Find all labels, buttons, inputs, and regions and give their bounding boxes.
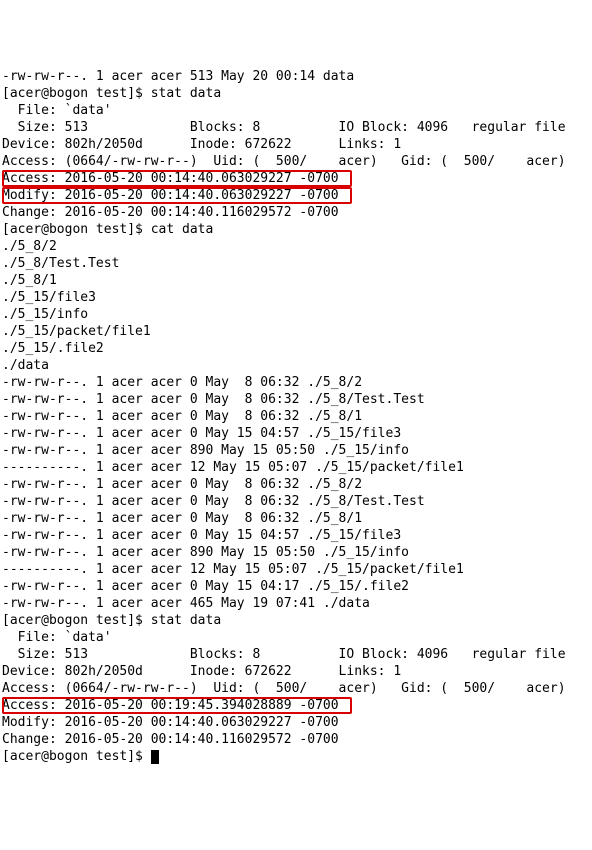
terminal-line: [acer@bogon test]$ cat data (2, 221, 590, 238)
terminal-line: Access: (0664/-rw-rw-r--) Uid: ( 500/ ac… (2, 680, 590, 697)
terminal-line: -rw-rw-r--. 1 acer acer 0 May 8 06:32 ./… (2, 476, 590, 493)
terminal-line: -rw-rw-r--. 1 acer acer 0 May 8 06:32 ./… (2, 408, 590, 425)
terminal-line: ./5_8/Test.Test (2, 255, 590, 272)
terminal-line: -rw-rw-r--. 1 acer acer 890 May 15 05:50… (2, 544, 590, 561)
terminal-line: [acer@bogon test]$ stat data (2, 85, 590, 102)
terminal-line: [acer@bogon test]$ (2, 748, 590, 765)
terminal-line: Size: 513 Blocks: 8 IO Block: 4096 regul… (2, 119, 590, 136)
terminal-line: Access: (0664/-rw-rw-r--) Uid: ( 500/ ac… (2, 153, 590, 170)
terminal-line: -rw-rw-r--. 1 acer acer 0 May 8 06:32 ./… (2, 510, 590, 527)
terminal-line: ./5_15/info (2, 306, 590, 323)
terminal-line: [acer@bogon test]$ stat data (2, 612, 590, 629)
highlight-box (2, 187, 352, 204)
terminal-line: -rw-rw-r--. 1 acer acer 0 May 15 04:17 .… (2, 578, 590, 595)
terminal-line: -rw-rw-r--. 1 acer acer 0 May 15 04:57 .… (2, 425, 590, 442)
terminal-line: ./5_8/1 (2, 272, 590, 289)
terminal-line: -rw-rw-r--. 1 acer acer 890 May 15 05:50… (2, 442, 590, 459)
terminal-line: -rw-rw-r--. 1 acer acer 0 May 8 06:32 ./… (2, 391, 590, 408)
highlight-box (2, 697, 352, 714)
terminal-line: -rw-rw-r--. 1 acer acer 513 May 20 00:14… (2, 68, 590, 85)
terminal-line: Access: 2016-05-20 00:19:45.394028889 -0… (2, 697, 590, 714)
terminal-line: Size: 513 Blocks: 8 IO Block: 4096 regul… (2, 646, 590, 663)
highlight-box (2, 170, 352, 187)
terminal-line: ./5_8/2 (2, 238, 590, 255)
terminal-line: ----------. 1 acer acer 12 May 15 05:07 … (2, 459, 590, 476)
terminal-line: ./5_15/packet/file1 (2, 323, 590, 340)
terminal-line: File: `data' (2, 629, 590, 646)
terminal-line: -rw-rw-r--. 1 acer acer 0 May 8 06:32 ./… (2, 493, 590, 510)
terminal-line: -rw-rw-r--. 1 acer acer 465 May 19 07:41… (2, 595, 590, 612)
terminal-line: ./5_15/file3 (2, 289, 590, 306)
terminal-line: Change: 2016-05-20 00:14:40.116029572 -0… (2, 204, 590, 221)
terminal-line: File: `data' (2, 102, 590, 119)
terminal-line: Modify: 2016-05-20 00:14:40.063029227 -0… (2, 714, 590, 731)
terminal-line: ./data (2, 357, 590, 374)
terminal-line: Access: 2016-05-20 00:14:40.063029227 -0… (2, 170, 590, 187)
terminal-line: Modify: 2016-05-20 00:14:40.063029227 -0… (2, 187, 590, 204)
terminal-output[interactable]: -rw-rw-r--. 1 acer acer 513 May 20 00:14… (0, 68, 592, 765)
terminal-line: Device: 802h/2050d Inode: 672622 Links: … (2, 663, 590, 680)
terminal-line: -rw-rw-r--. 1 acer acer 0 May 8 06:32 ./… (2, 374, 590, 391)
terminal-line: ./5_15/.file2 (2, 340, 590, 357)
terminal-line: -rw-rw-r--. 1 acer acer 0 May 15 04:57 .… (2, 527, 590, 544)
terminal-line: Device: 802h/2050d Inode: 672622 Links: … (2, 136, 590, 153)
terminal-line: Change: 2016-05-20 00:14:40.116029572 -0… (2, 731, 590, 748)
cursor-block (151, 750, 159, 764)
terminal-line: ----------. 1 acer acer 12 May 15 05:07 … (2, 561, 590, 578)
